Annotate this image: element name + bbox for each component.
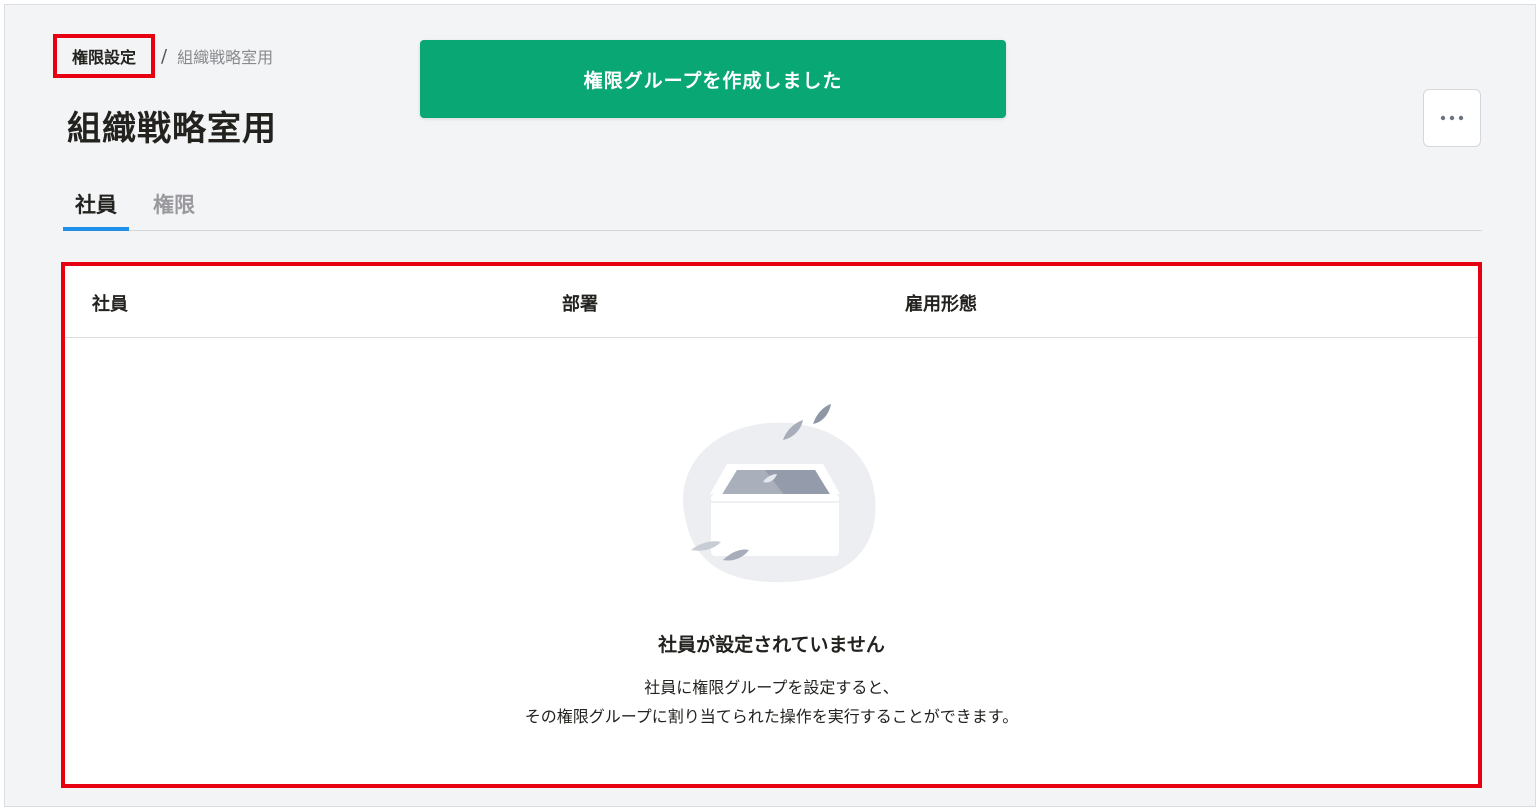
app-frame: 権限設定 / 組織戦略室用 組織戦略室用 権限グループを作成しました 社員 権限… (4, 4, 1536, 807)
breadcrumb-link-permission-settings[interactable]: 権限設定 (53, 34, 155, 78)
empty-inbox-illustration (683, 404, 876, 583)
tab-employees[interactable]: 社員 (63, 176, 129, 231)
breadcrumb: 権限設定 / 組織戦略室用 (53, 34, 273, 78)
empty-state-description-line2: その権限グループに割り当てられた操作を実行することができます。 (524, 707, 1019, 726)
empty-state: 社員が設定されていません 社員に権限グループを設定すると、 その権限グループに割… (65, 338, 1478, 784)
column-header-employment-type[interactable]: 雇用形態 (905, 290, 977, 316)
column-header-employee[interactable]: 社員 (92, 290, 128, 316)
breadcrumb-separator: / (161, 45, 168, 67)
column-header-department[interactable]: 部署 (562, 290, 598, 316)
more-options-button[interactable] (1423, 89, 1481, 147)
tab-bar: 社員 権限 (63, 176, 1482, 231)
table-header: 社員 部署 雇用形態 (65, 266, 1478, 338)
toast-message: 権限グループを作成しました (583, 69, 843, 92)
breadcrumb-current: 組織戦略室用 (177, 48, 274, 67)
empty-state-title: 社員が設定されていません (658, 634, 885, 656)
empty-state-description: 社員に権限グループを設定すると、 その権限グループに割り当てられた操作を実行する… (65, 673, 1478, 731)
ellipsis-icon (1440, 115, 1464, 121)
empty-state-description-line1: 社員に権限グループを設定すると、 (644, 678, 899, 697)
page-title: 組織戦略室用 (67, 109, 277, 149)
employee-table-panel: 社員 部署 雇用形態 社員が設定されていません 社員に権限グループを設定すると、… (61, 262, 1482, 788)
tab-permissions[interactable]: 権限 (141, 176, 207, 231)
success-toast: 権限グループを作成しました (420, 40, 1006, 118)
